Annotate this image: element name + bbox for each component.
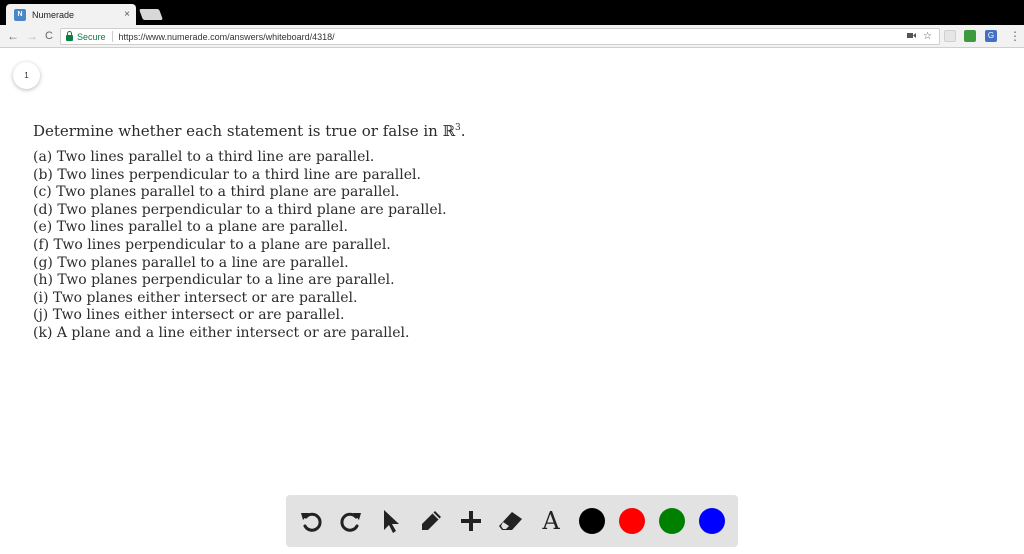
undo-icon[interactable] [298, 508, 324, 534]
browser-toolbar: ← → C Secure https://www.numerade.com/an… [0, 25, 1024, 48]
secure-label: Secure [77, 31, 106, 42]
statement-item-e: (e) Two lines parallel to a plane are pa… [33, 219, 348, 236]
drawing-toolbar: A [286, 495, 738, 547]
redo-icon[interactable] [338, 508, 364, 534]
pencil-icon[interactable] [418, 508, 444, 534]
question-content: Determine whether each statement is true… [33, 116, 733, 343]
text-tool-label: A [542, 507, 560, 535]
statement-item-k: (k) A plane and a line either intersect … [33, 324, 410, 341]
tab-title: Numerade [32, 9, 75, 20]
statement-list: (a) Two lines parallel to a third line a… [33, 149, 733, 343]
plus-icon[interactable] [458, 508, 484, 534]
lock-icon [66, 31, 73, 41]
statement-item-a: (a) Two lines parallel to a third line a… [33, 149, 375, 165]
extension-green-icon[interactable] [964, 30, 976, 42]
close-tab-icon[interactable]: × [124, 9, 130, 20]
page-number-badge[interactable]: 1 [13, 62, 40, 89]
extension-g-icon[interactable]: G [985, 30, 997, 42]
statement-item-j: (j) Two lines either intersect or are pa… [33, 307, 345, 324]
statement-item-i: (i) Two planes either intersect or are p… [33, 289, 358, 306]
color-swatch-red[interactable] [619, 508, 645, 534]
reload-icon[interactable]: C [45, 29, 53, 43]
browser-tab[interactable]: N Numerade × [6, 4, 136, 25]
real-numbers-symbol: ℝ [442, 122, 456, 140]
eraser-icon[interactable] [498, 508, 524, 534]
browser-menu-icon[interactable]: ⋮ [1009, 29, 1021, 43]
statement-item-f: (f) Two lines perpendicular to a plane a… [33, 236, 391, 253]
bookmark-star-icon[interactable]: ☆ [923, 31, 932, 42]
question-prompt: Determine whether each statement is true… [33, 116, 733, 143]
forward-arrow-icon[interactable]: → [26, 29, 38, 43]
pointer-icon[interactable] [378, 508, 404, 534]
numerade-favicon-icon: N [14, 8, 26, 21]
statement-item-d: (d) Two planes perpendicular to a third … [33, 201, 447, 218]
url-divider [111, 31, 113, 42]
statement-item-c: (c) Two planes parallel to a third plane… [33, 184, 400, 201]
statement-item-g: (g) Two planes parallel to a line are pa… [33, 254, 349, 271]
extension-blank-icon[interactable] [944, 30, 956, 42]
color-swatch-black[interactable] [579, 508, 605, 534]
tab-bar: N Numerade × [0, 0, 1024, 25]
new-tab-button[interactable] [138, 9, 164, 20]
color-swatch-blue[interactable] [699, 508, 725, 534]
statement-item-h: (h) Two planes perpendicular to a line a… [33, 272, 395, 289]
address-bar[interactable]: Secure https://www.numerade.com/answers/… [60, 28, 940, 45]
color-swatch-green[interactable] [659, 508, 685, 534]
camera-icon[interactable] [907, 31, 917, 42]
prompt-period: . [460, 122, 466, 140]
prompt-text: Determine whether each statement is true… [33, 122, 443, 140]
back-arrow-icon[interactable]: ← [7, 29, 19, 43]
text-icon[interactable]: A [538, 508, 564, 534]
url-text[interactable]: https://www.numerade.com/answers/whitebo… [119, 32, 908, 42]
statement-item-b: (b) Two lines perpendicular to a third l… [33, 166, 421, 183]
